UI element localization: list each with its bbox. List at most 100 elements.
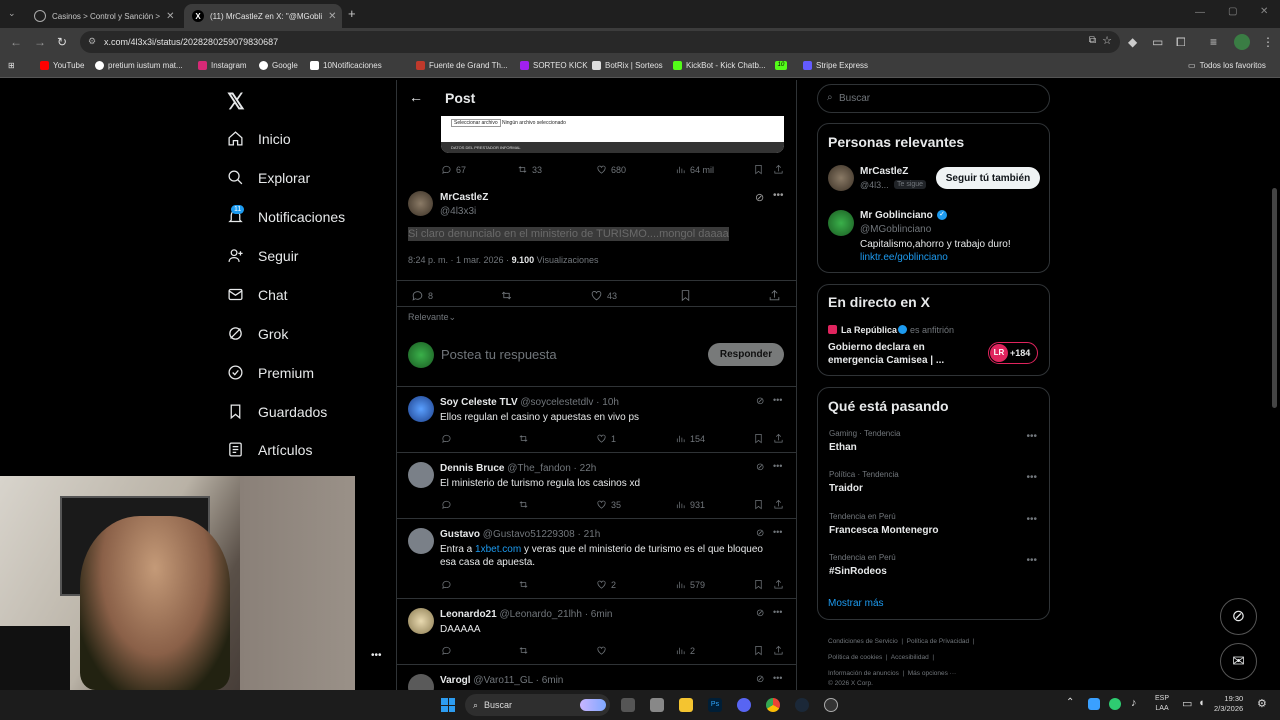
apps-icon[interactable]: ⊞ <box>8 61 15 70</box>
taskbar-search[interactable]: ⌕ Buscar <box>465 694 610 716</box>
more-icon[interactable]: ••• <box>773 395 782 405</box>
more-icon[interactable]: ••• <box>773 190 784 201</box>
tab-casinos[interactable]: Casinos > Control y Sanción > ✕ <box>26 4 180 28</box>
tab-x-post[interactable]: X (11) MrCastleZ en X: "@MGobli ✕ <box>184 4 342 28</box>
footer-link[interactable]: Política de Privacidad <box>907 638 970 645</box>
avatar[interactable] <box>408 674 434 690</box>
tweet-time[interactable]: 8:24 p. m. · 1 mar. 2026 · <box>408 255 509 265</box>
photoshop-icon[interactable]: Ps <box>708 698 722 712</box>
bookmark-kickbot[interactable]: KickBot - Kick Chatb... <box>673 61 766 70</box>
bookmark-button[interactable] <box>753 645 764 656</box>
microphone-icon[interactable]: ♪ <box>1131 697 1137 709</box>
reply-input[interactable]: Postea tu respuesta <box>441 347 557 362</box>
discord-icon[interactable] <box>737 698 751 712</box>
views-button[interactable]: 64 mil <box>675 164 714 175</box>
like-button[interactable]: 1 <box>596 433 616 444</box>
reply-item[interactable]: Gustavo @Gustavo51229308 · 21h Entra a 1… <box>397 518 796 598</box>
trend-item[interactable]: Gaming · Tendencia Ethan <box>829 429 900 453</box>
avatar[interactable] <box>408 191 433 216</box>
like-button[interactable]: 2 <box>596 579 616 590</box>
reply-button[interactable] <box>441 499 452 510</box>
back-icon[interactable]: ← <box>10 35 22 49</box>
reply-handle[interactable]: @soycelestetdlv · 10h <box>520 397 619 408</box>
bookmark-youtube[interactable]: YouTube <box>40 61 84 70</box>
nav-premium[interactable]: Premium <box>227 364 314 381</box>
avatar[interactable] <box>408 396 434 422</box>
network-icon[interactable]: ▭ <box>1182 697 1192 710</box>
notifications-icon[interactable]: ⚙ <box>1257 697 1267 710</box>
author-handle[interactable]: @4l3x3i <box>440 206 476 217</box>
reply-handle[interactable]: @Gustavo51229308 · 21h <box>483 529 600 540</box>
show-more-link[interactable]: Mostrar más <box>828 598 884 609</box>
reply-button[interactable] <box>441 645 452 656</box>
profile-avatar[interactable] <box>1234 34 1250 50</box>
avatar[interactable] <box>408 462 434 488</box>
like-button[interactable] <box>596 645 607 656</box>
bookmark-button[interactable] <box>753 499 764 510</box>
repost-button[interactable] <box>518 645 529 656</box>
reply-author[interactable]: Soy Celeste TLV <box>440 397 518 408</box>
more-icon[interactable]: ••• <box>1026 472 1037 483</box>
more-icon[interactable]: ••• <box>773 461 782 471</box>
views-button[interactable]: 579 <box>675 579 705 590</box>
x-logo-icon[interactable]: 𝕏 <box>227 89 245 115</box>
follow-button[interactable]: Seguir tú también <box>936 167 1040 189</box>
minimize-icon[interactable]: — <box>1195 7 1205 18</box>
close-window-icon[interactable]: ✕ <box>1260 6 1268 17</box>
nav-grok[interactable]: Grok <box>227 325 288 342</box>
repost-button[interactable] <box>518 433 529 444</box>
bookmark-badge[interactable]: 10 <box>775 61 787 70</box>
grok-icon[interactable]: ⊘ <box>756 608 764 619</box>
close-tab-icon[interactable]: ✕ <box>166 11 174 22</box>
footer-link[interactable]: Accesibilidad <box>891 654 929 661</box>
trend-item[interactable]: Tendencia en Perú Francesca Montenegro <box>829 512 938 536</box>
grok-icon[interactable]: ⊘ <box>756 462 764 473</box>
bookmark-pretium[interactable]: pretium iustum mat... <box>95 61 183 70</box>
person-link[interactable]: linktr.ee/goblinciano <box>860 252 948 263</box>
nav-chat[interactable]: Chat <box>227 286 288 303</box>
reply-link[interactable]: 1xbet.com <box>475 544 521 555</box>
repost-button[interactable]: 33 <box>517 164 542 175</box>
menu-icon[interactable]: ⋮ <box>1262 35 1274 49</box>
tab-search-icon[interactable]: ⌄ <box>8 8 16 19</box>
reply-item[interactable]: Soy Celeste TLV @soycelestetdlv · 10h El… <box>397 386 796 452</box>
chrome-icon[interactable] <box>766 698 780 712</box>
reply-handle[interactable]: @Varo11_GL · 6min <box>473 675 563 686</box>
bookmark-stripe[interactable]: Stripe Express <box>803 61 868 70</box>
search-input[interactable]: ⌕ Buscar <box>817 84 1050 113</box>
reply-item[interactable]: Leonardo21 @Leonardo_21lhh · 6min DAAAAA… <box>397 598 796 664</box>
url-input[interactable]: ⚙ x.com/4l3x3i/status/202828025907983068… <box>80 31 1120 53</box>
nav-articles[interactable]: Artículos <box>227 441 312 458</box>
reply-button[interactable]: 8 <box>411 289 433 302</box>
grok-icon[interactable]: ⊘ <box>756 396 764 407</box>
nav-follow[interactable]: Seguir <box>227 247 298 264</box>
bookmark-button[interactable] <box>753 433 764 444</box>
grok-icon[interactable]: ⊘ <box>756 674 764 685</box>
close-tab-icon[interactable]: ✕ <box>328 11 336 22</box>
all-favorites[interactable]: ▭ Todos los favoritos <box>1188 61 1266 70</box>
like-button[interactable]: 35 <box>596 499 621 510</box>
reply-author[interactable]: Varogl <box>440 675 471 686</box>
extension-icon[interactable]: ◆ <box>1128 35 1137 49</box>
trend-item[interactable]: Política · Tendencia Traidor <box>829 470 899 494</box>
reply-button[interactable] <box>441 579 452 590</box>
reply-button[interactable]: 67 <box>441 164 466 175</box>
like-button[interactable]: 680 <box>596 164 626 175</box>
share-button[interactable] <box>773 433 784 444</box>
author-name[interactable]: MrCastleZ <box>440 192 488 203</box>
reply-submit-button[interactable]: Responder <box>708 343 784 366</box>
nav-home[interactable]: Inicio <box>227 130 291 147</box>
back-arrow-icon[interactable]: ← <box>409 89 423 105</box>
nav-notifications[interactable]: Notificaciones <box>227 208 345 225</box>
avatar[interactable] <box>828 165 854 191</box>
avatar[interactable] <box>828 210 854 236</box>
bookmark-button[interactable] <box>753 579 764 590</box>
person-name[interactable]: MrCastleZ <box>860 166 908 177</box>
reply-button[interactable] <box>441 433 452 444</box>
grok-icon[interactable]: ⊘ <box>756 528 764 539</box>
share-button[interactable] <box>773 579 784 590</box>
footer-link[interactable]: Condiciones de Servicio <box>828 638 898 645</box>
install-icon[interactable]: ⧉ <box>1089 35 1096 46</box>
live-host[interactable]: La República <box>841 325 897 335</box>
live-card[interactable]: En directo en X La República es anfitrió… <box>817 284 1050 376</box>
